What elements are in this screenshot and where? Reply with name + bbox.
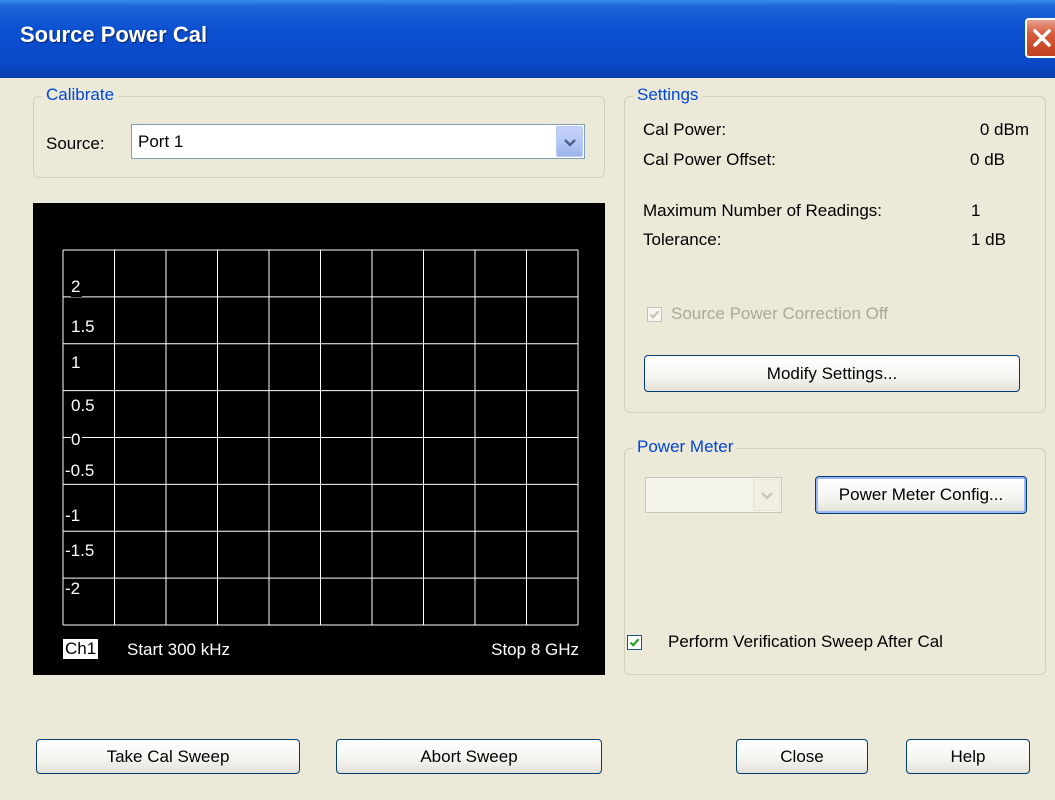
settings-group: Settings Cal Power: 0 dBm Cal Power Offs…	[624, 85, 1046, 413]
source-label: Source:	[46, 134, 105, 153]
dialog-body: Calibrate Source: Port 1 2 1.5 1 0.5 0 -0.5 -1…	[0, 78, 1055, 800]
modify-settings-button[interactable]: Modify Settings...	[644, 355, 1020, 392]
abort-sweep-button[interactable]: Abort Sweep	[336, 739, 602, 774]
tolerance-label: Tolerance:	[643, 230, 722, 249]
y-tick-label: 0.5	[71, 396, 97, 416]
source-power-correction-label: Source Power Correction Off	[671, 304, 888, 323]
power-meter-dropdown-button[interactable]	[753, 479, 780, 511]
chevron-down-icon	[564, 139, 576, 147]
cal-power-label: Cal Power:	[643, 120, 727, 139]
cal-power-offset-label: Cal Power Offset:	[643, 150, 776, 169]
source-power-correction-checkbox[interactable]	[647, 307, 662, 322]
start-frequency-label: Start 300 kHz	[127, 640, 230, 659]
power-meter-select[interactable]	[645, 477, 782, 513]
source-select[interactable]: Port 1	[131, 124, 585, 159]
calibrate-group-title: Calibrate	[42, 85, 119, 105]
plot-grid	[62, 249, 579, 626]
calibrate-group: Calibrate Source: Port 1	[33, 85, 605, 178]
y-tick-label: -2	[65, 579, 83, 599]
y-tick-label: -1.5	[65, 541, 97, 561]
verification-sweep-label: Perform Verification Sweep After Cal	[668, 632, 943, 651]
close-icon	[1033, 29, 1051, 47]
check-icon	[649, 310, 660, 319]
title-bar: Source Power Cal	[0, 0, 1055, 78]
y-tick-label: 2	[71, 277, 83, 297]
check-icon	[629, 638, 640, 647]
window-title: Source Power Cal	[20, 22, 208, 47]
chevron-down-icon	[761, 492, 773, 500]
source-select-value: Port 1	[138, 132, 184, 151]
help-button[interactable]: Help	[906, 739, 1030, 774]
y-tick-label: 0	[71, 430, 83, 450]
settings-group-title: Settings	[633, 85, 703, 105]
cal-power-offset-value: 0 dB	[970, 150, 1005, 169]
take-cal-sweep-button[interactable]: Take Cal Sweep	[36, 739, 300, 774]
stop-frequency-label: Stop 8 GHz	[491, 640, 579, 659]
verification-sweep-checkbox[interactable]	[627, 635, 642, 650]
cal-power-value: 0 dBm	[979, 120, 1029, 139]
power-meter-config-button[interactable]: Power Meter Config...	[815, 476, 1027, 514]
power-meter-group-title: Power Meter	[633, 437, 738, 457]
close-button[interactable]: Close	[736, 739, 868, 774]
max-readings-value: 1	[971, 201, 981, 220]
y-tick-label: -1	[65, 506, 83, 526]
y-tick-label: 1.5	[71, 317, 97, 337]
channel-badge: Ch1	[63, 639, 99, 659]
y-tick-label: 1	[71, 353, 83, 373]
max-readings-label: Maximum Number of Readings:	[643, 201, 883, 220]
y-tick-label: -0.5	[65, 461, 97, 481]
close-window-button[interactable]	[1025, 18, 1055, 58]
cal-trace-plot: 2 1.5 1 0.5 0 -0.5 -1 -1.5 -2 Ch1 Start 300 kHz …	[33, 203, 605, 675]
tolerance-value: 1 dB	[971, 230, 1006, 249]
source-dropdown-button[interactable]	[556, 126, 583, 157]
